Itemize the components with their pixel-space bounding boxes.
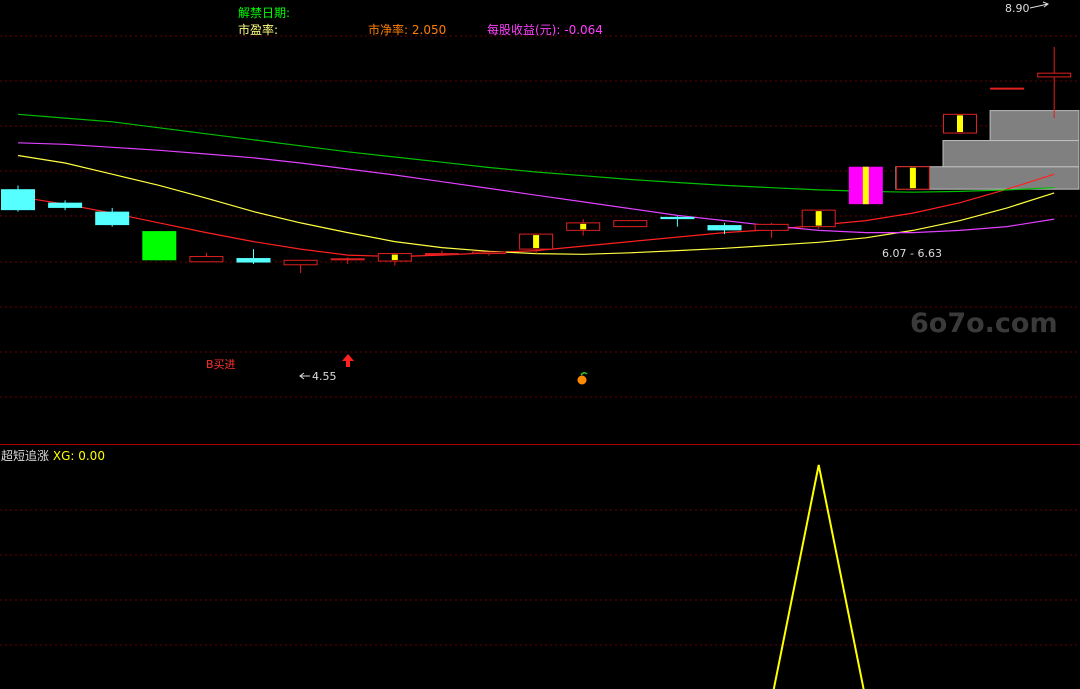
candle-7 — [330, 257, 365, 265]
candle-16 — [754, 222, 789, 238]
candle-body-9 — [424, 253, 459, 256]
low-price-label: 4.55 — [312, 370, 337, 383]
pe-label-text: 市盈率: — [238, 23, 279, 37]
candle-body-7 — [330, 258, 365, 261]
candle-mark-18 — [862, 166, 869, 205]
candle-18 — [848, 166, 883, 205]
indicator-title: 超短追涨 XG: 0.00 — [1, 447, 105, 464]
candle-20 — [943, 113, 977, 134]
annotations: 8.90 4.55 B买进 6.07 - 6.63 6o7o.com — [206, 1, 1058, 385]
candle-10 — [472, 251, 506, 256]
buy-signal-label: B买进 — [206, 358, 236, 371]
pb-value: 2.050 — [411, 23, 447, 37]
orange-fruit-icon — [577, 375, 587, 385]
candle-17 — [801, 209, 836, 229]
pb-label-text: 市净率: — [368, 23, 409, 37]
pb-label: 市净率: 2.050 — [368, 21, 446, 38]
candle-body-0 — [1, 189, 35, 211]
candle-body-22 — [1037, 72, 1072, 78]
candle-body-6 — [283, 259, 318, 266]
candle-body-4 — [189, 256, 224, 263]
pe-label: 市盈率: — [238, 21, 278, 38]
main-grid — [0, 35, 1080, 646]
high-arrow-icon — [1029, 1, 1050, 9]
watermark: 6o7o.com — [910, 308, 1058, 339]
gray-block-1 — [942, 140, 1080, 168]
candle-mark-8 — [391, 254, 398, 261]
candle-9 — [424, 250, 459, 256]
gray-block-2 — [989, 110, 1080, 142]
high-price-label: 8.90 — [1005, 2, 1030, 15]
chart-stage: 8.90 4.55 B买进 6.07 - 6.63 6o7o.com — [0, 1, 1080, 689]
indicator-panel — [772, 464, 865, 689]
eps-value: -0.064 — [564, 23, 603, 37]
indicator-series-label: XG: — [52, 449, 75, 463]
candle-body-10 — [472, 251, 506, 255]
candle-body-15 — [707, 225, 742, 231]
candle-body-5 — [236, 258, 271, 263]
candle-21 — [990, 87, 1025, 90]
candle-22 — [1037, 46, 1072, 119]
candle-13 — [613, 220, 648, 228]
candle-body-21 — [990, 87, 1025, 90]
candle-8 — [377, 252, 412, 266]
price-range-label: 6.07 - 6.63 — [882, 247, 942, 260]
candle-mark-12 — [580, 223, 587, 230]
candle-6 — [283, 259, 318, 274]
unlock-date-label: 解禁日期: — [238, 6, 291, 20]
eps-label: 每股收益(元): -0.064 — [487, 21, 603, 38]
indicator-name: 超短追涨 — [1, 449, 50, 463]
candle-body-1 — [48, 202, 83, 208]
candle-body-3 — [142, 231, 177, 261]
candle-body-14 — [660, 216, 695, 220]
candle-5 — [236, 249, 271, 265]
candle-body-2 — [95, 211, 130, 226]
candle-4 — [189, 252, 224, 263]
eps-label-text: 每股收益(元): — [487, 23, 561, 37]
candle-mark-20 — [957, 115, 963, 133]
candle-0 — [1, 185, 35, 212]
candle-mark-11 — [533, 235, 540, 249]
up-arrow-icon — [342, 354, 354, 367]
candle-mark-17 — [815, 211, 822, 226]
candle-mark-19 — [909, 167, 916, 189]
candle-14 — [660, 216, 695, 227]
candle-body-16 — [754, 223, 789, 231]
low-arrow-icon — [299, 372, 310, 380]
fruit-leaf-icon — [580, 371, 588, 376]
candle-12 — [566, 219, 601, 236]
candle-3 — [142, 231, 177, 261]
indicator-series-value: 0.00 — [78, 449, 105, 463]
candle-body-13 — [613, 220, 648, 228]
candle-19 — [895, 166, 930, 190]
indicator-line — [772, 464, 865, 689]
